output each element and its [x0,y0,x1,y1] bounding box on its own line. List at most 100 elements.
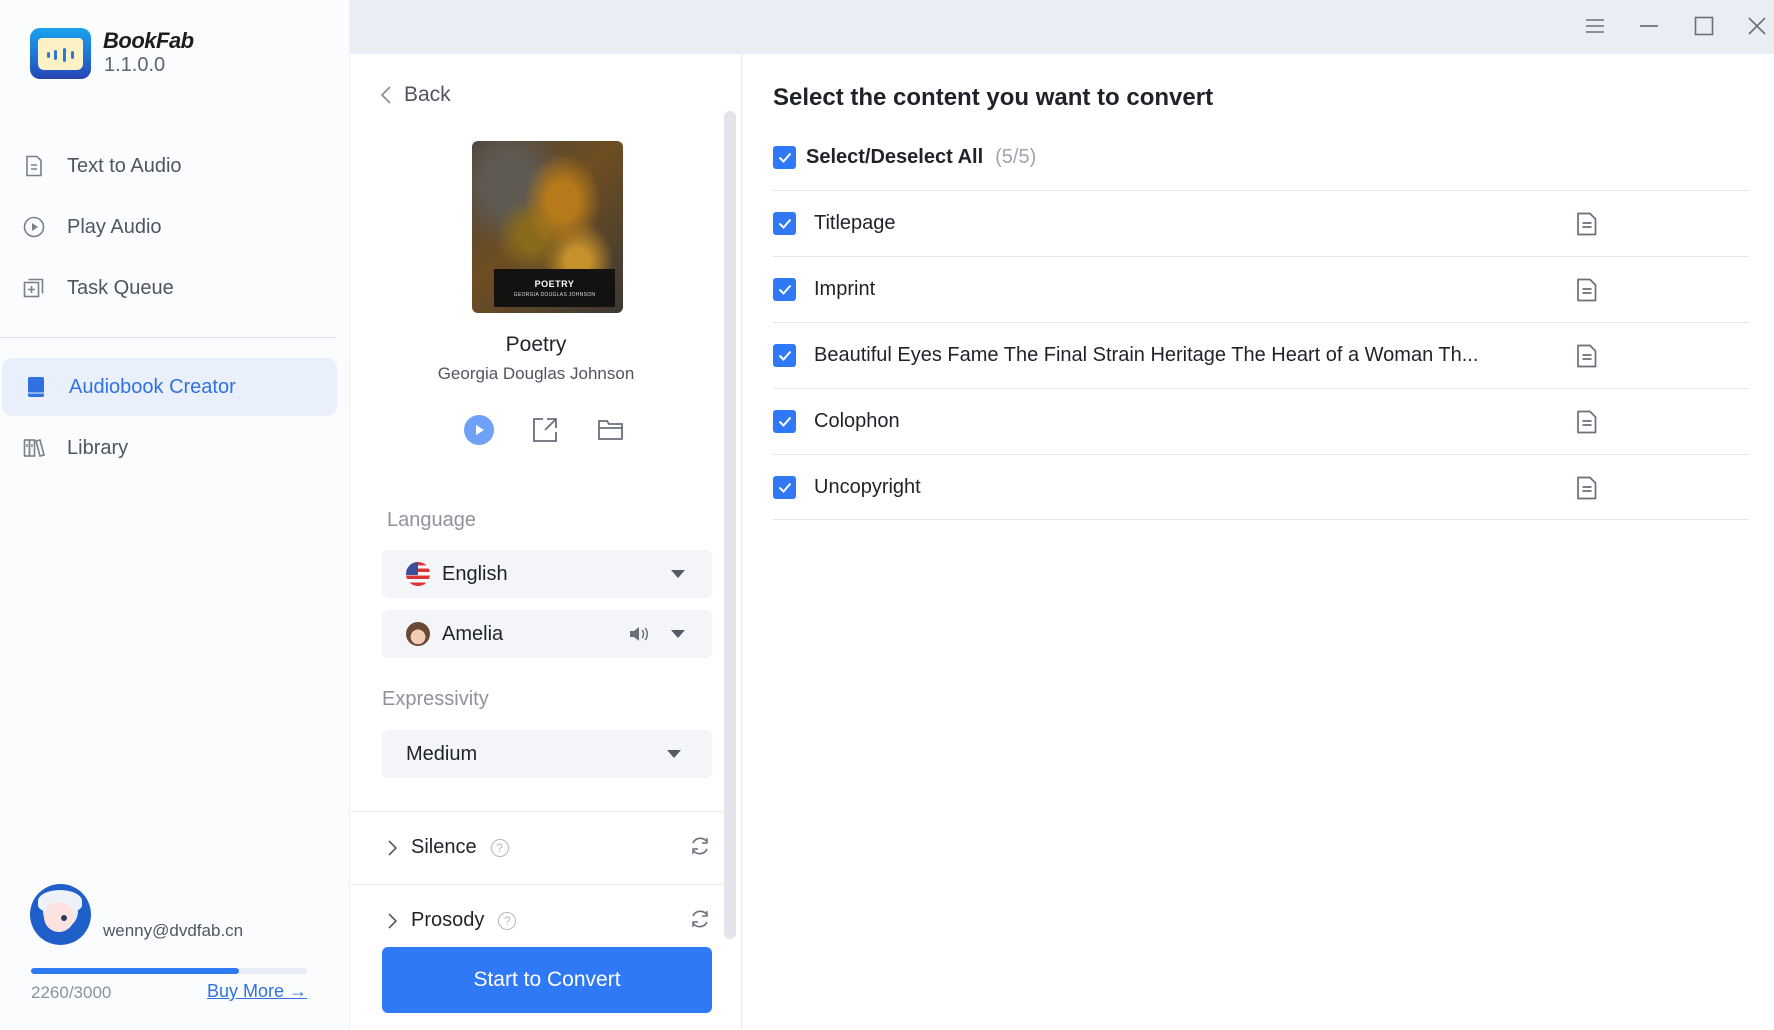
task-queue-icon [23,277,45,299]
close-button[interactable] [1739,8,1774,44]
close-icon [1748,17,1766,35]
buy-more-link[interactable]: Buy More → [207,981,307,1002]
avatar[interactable] [30,884,91,945]
check-icon [778,416,791,427]
expressivity-select[interactable]: Medium [382,730,712,778]
select-all-row[interactable]: Select/Deselect All (5/5) [773,146,1036,169]
app-logo-icon [30,28,91,79]
chapter-row[interactable]: Colophon [773,388,1749,454]
sidebar-item-task-queue[interactable]: Task Queue [0,259,337,317]
preview-text-button[interactable] [1576,410,1598,439]
sidebar-item-text-to-audio[interactable]: Text to Audio [0,137,337,195]
sidebar-item-audiobook-creator[interactable]: Audiobook Creator [2,358,337,416]
chevron-right-icon [388,912,397,929]
check-icon [778,284,791,295]
minimize-button[interactable] [1631,8,1667,44]
voice-value: Amelia [442,622,504,645]
document-icon [1577,476,1597,500]
play-preview-button[interactable] [464,415,494,445]
start-convert-button[interactable]: Start to Convert [382,947,712,1013]
chapter-title: Uncopyright [814,475,921,498]
preview-text-button[interactable] [1576,278,1598,307]
expressivity-label: Expressivity [382,688,489,710]
sidebar-item-play-audio[interactable]: Play Audio [0,198,337,256]
language-value: English [442,562,508,585]
speaker-icon[interactable] [628,624,650,650]
chapter-row[interactable]: Titlepage [773,190,1749,256]
divider [351,811,723,812]
sidebar-item-library[interactable]: Library [0,419,337,477]
menu-button[interactable] [1577,8,1613,44]
chapter-title: Colophon [814,410,900,432]
selection-count: (5/5) [995,146,1037,168]
play-circle-icon [23,216,45,238]
sidebar-item-label: Text to Audio [67,154,182,177]
voice-select[interactable]: Amelia [382,610,712,658]
preview-text-button[interactable] [1576,476,1598,505]
select-all-label: Select/Deselect All [806,146,984,168]
prosody-section-toggle[interactable]: Prosody ? [387,909,517,932]
us-flag-icon [406,562,430,586]
maximize-icon [1694,16,1714,36]
silence-section-toggle[interactable]: Silence ? [387,836,509,859]
app-version: 1.1.0.0 [104,54,166,76]
minimize-icon [1640,25,1658,27]
chapter-checkbox[interactable] [773,278,796,301]
help-icon[interactable]: ? [490,838,509,857]
maximize-button[interactable] [1686,8,1722,44]
document-icon [1577,212,1597,236]
caret-down-icon [667,750,681,758]
chapter-checkbox[interactable] [773,344,796,367]
chapter-title: Imprint [814,278,876,300]
preview-text-button[interactable] [1576,212,1598,241]
sidebar-item-label: Audiobook Creator [69,375,236,398]
select-all-checkbox[interactable] [773,146,796,169]
panel-scrollbar[interactable] [724,111,736,939]
play-icon [464,415,494,445]
document-icon [23,155,45,177]
silence-label: Silence [411,836,477,858]
book-title: Poetry [505,333,567,356]
chevron-left-icon [380,86,391,104]
reset-silence-button[interactable] [689,835,711,857]
settings-panel: Back POETRY GEORGIA DOUGLAS JOHNSON Poet… [351,54,742,1030]
help-icon[interactable]: ? [498,911,517,930]
chapter-row[interactable]: Imprint [773,256,1749,322]
book-cover: POETRY GEORGIA DOUGLAS JOHNSON [472,141,623,313]
preview-text-button[interactable] [1576,344,1598,373]
caret-down-icon [671,630,685,638]
open-external-button[interactable] [530,415,560,445]
chapter-checkbox[interactable] [773,475,796,499]
folder-icon [598,420,623,440]
chapter-row[interactable]: Uncopyright [773,454,1749,520]
back-button[interactable]: Back [380,83,451,107]
check-icon [778,152,791,163]
document-icon [1577,278,1597,302]
voice-avatar [406,622,430,646]
library-icon [23,437,45,459]
cover-title: POETRY [534,278,575,289]
sidebar-item-label: Task Queue [67,276,174,299]
menu-icon [1586,19,1604,33]
prosody-label: Prosody [411,909,485,931]
back-label: Back [404,83,451,106]
chapter-checkbox[interactable] [773,410,796,433]
app-name: BookFab [103,28,194,53]
content-selection: Select the content you want to convert S… [743,54,1774,1030]
check-icon [778,482,791,493]
external-link-icon [533,418,557,442]
language-select[interactable]: English [382,550,712,598]
open-folder-button[interactable] [596,415,626,445]
chevron-right-icon [388,839,397,856]
document-icon [1577,344,1597,368]
quota-progress-fill [31,968,239,974]
caret-down-icon [671,570,685,578]
chapter-checkbox[interactable] [773,212,796,235]
sidebar-item-label: Library [67,436,129,459]
content-heading: Select the content you want to convert [773,84,1214,111]
reset-prosody-button[interactable] [689,908,711,930]
chapter-title: Beautiful Eyes Fame The Final Strain Her… [814,344,1479,366]
sidebar: BookFab 1.1.0.0 Text to Audio Play Audio… [0,0,350,1030]
chapter-row[interactable]: Beautiful Eyes Fame The Final Strain Her… [773,322,1749,388]
title-bar [350,0,1774,54]
